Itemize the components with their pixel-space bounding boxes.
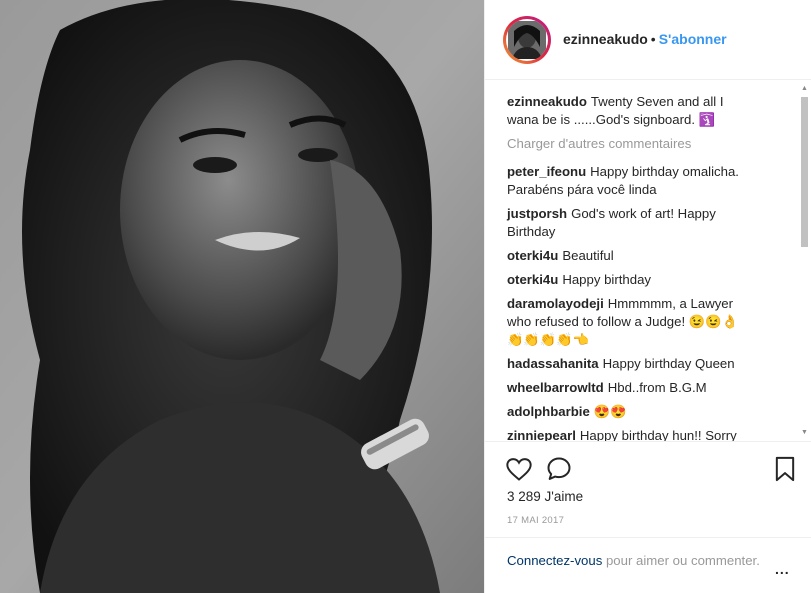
login-link[interactable]: Connectez-vous	[507, 553, 602, 568]
comment-username-link[interactable]: peter_ifeonu	[507, 164, 586, 179]
comment-username-link[interactable]: daramolayodeji	[507, 296, 604, 311]
bookmark-icon[interactable]	[771, 455, 799, 483]
comment-username-link[interactable]: adolphbarbie	[507, 404, 590, 419]
comment-text: Hbd..from B.G.M	[607, 380, 707, 395]
comment-username-link[interactable]: zinniepearl	[507, 428, 576, 441]
comments-list[interactable]: ezinneakudo Twenty Seven and all I wana b…	[485, 81, 795, 441]
more-options-icon[interactable]: ...	[775, 560, 790, 579]
comment-text: Beautiful	[562, 248, 614, 263]
scroll-thumb[interactable]	[801, 97, 808, 247]
post-actions: 3 289 J'aime 17 MAI 2017	[485, 441, 811, 549]
caption-user[interactable]: ezinneakudo	[507, 94, 587, 109]
avatar-portrait-icon	[508, 21, 546, 59]
post-photo[interactable]	[0, 0, 484, 593]
comment-text: Happy birthday	[562, 272, 652, 287]
comment-username-link[interactable]: oterki4u	[507, 248, 558, 263]
comment-item: wheelbarrowltd Hbd..from B.G.M	[507, 379, 747, 397]
login-prompt: Connectez-vous pour aimer ou commenter. …	[485, 537, 811, 593]
header-text: ezinneakudo • S'abonner	[563, 31, 727, 47]
comment-item: daramolayodeji Hmmmmm, a Lawyer who refus…	[507, 295, 747, 349]
comment-username-link[interactable]: justporsh	[507, 206, 567, 221]
avatar-image	[506, 19, 548, 61]
username-link[interactable]: ezinneakudo	[563, 31, 648, 47]
comments-scrollbar[interactable]: ▲ ▼	[798, 81, 811, 441]
comment-username-link[interactable]: wheelbarrowltd	[507, 380, 604, 395]
comment-text: Happy birthday Queen	[602, 356, 735, 371]
comment-item: hadassahanita Happy birthday Queen	[507, 355, 747, 373]
comment-bubble-icon[interactable]	[545, 455, 573, 483]
comment-item: peter_ifeonu Happy birthday omalicha. Par…	[507, 163, 747, 199]
load-more-comments-button[interactable]: Charger d'autres commentaires	[507, 135, 795, 153]
comment-text: 😍😍	[593, 404, 627, 419]
comment-item: oterki4u Happy birthday	[507, 271, 747, 289]
comment-item: zinniepearlHappy birthday hun!! Sorry it…	[507, 427, 747, 441]
header-separator: •	[650, 31, 656, 47]
comment-item: adolphbarbie 😍😍	[507, 403, 747, 421]
comment-username-link[interactable]: oterki4u	[507, 272, 558, 287]
scroll-down-arrow-icon[interactable]: ▼	[801, 429, 808, 436]
likes-text: 3 289 J'aime	[507, 489, 584, 504]
comment-container: peter_ifeonu Happy birthday omalicha. Par…	[507, 163, 795, 441]
like-heart-icon[interactable]	[505, 455, 533, 483]
post-date[interactable]: 17 MAI 2017	[507, 515, 564, 526]
comment-item: oterki4u Beautiful	[507, 247, 747, 265]
post-sidebar: ezinneakudo • S'abonner ezinneakudo Twenty …	[484, 0, 811, 593]
follow-button[interactable]: S'abonner	[659, 31, 727, 47]
portrait-photo	[0, 0, 484, 593]
avatar[interactable]	[503, 16, 551, 64]
login-prompt-text: pour aimer ou commenter.	[602, 553, 760, 568]
comment-username-link[interactable]: hadassahanita	[507, 356, 599, 371]
post-header: ezinneakudo • S'abonner	[485, 0, 811, 80]
scroll-up-arrow-icon[interactable]: ▲	[801, 85, 808, 92]
caption: ezinneakudo Twenty Seven and all I wana b…	[507, 93, 747, 129]
likes-count[interactable]: 3 289 J'aime	[507, 489, 583, 504]
comment-item: justporsh God's work of art! Happy Birthd…	[507, 205, 747, 241]
